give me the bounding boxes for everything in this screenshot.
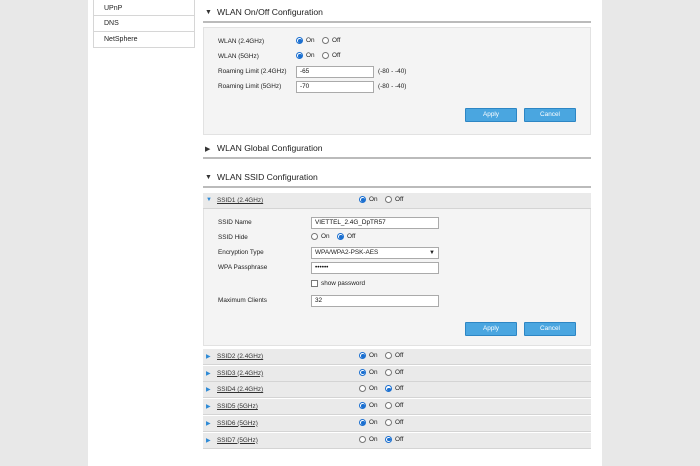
wlan-onoff-panel: WLAN (2.4GHz) On Off WLAN (5GHz) On Off …	[203, 27, 591, 135]
wlan-global-header[interactable]: ▶ WLAN Global Configuration	[203, 139, 591, 159]
ssid-off-radio[interactable]: Off	[385, 435, 403, 443]
range-hint: (-80 - -40)	[378, 83, 407, 90]
sidebar-item-upnp[interactable]: UPnP	[93, 0, 195, 16]
wlan-5-off-radio[interactable]: Off	[322, 52, 340, 59]
range-hint: (-80 - -40)	[378, 68, 407, 75]
ssid-hide-on-radio[interactable]: On	[311, 233, 330, 240]
field-label: WLAN (2.4GHz)	[218, 38, 265, 45]
ssid1-panel: SSID Name VIETTEL_2.4G_DpTR57 SSID Hide …	[203, 209, 591, 346]
show-password-checkbox[interactable]: show password	[311, 280, 365, 287]
ssid-on-radio[interactable]: On	[359, 368, 378, 376]
ssid-hide-off-radio[interactable]: Off	[337, 233, 355, 240]
max-clients-input[interactable]: 32	[311, 295, 439, 307]
section-title: WLAN SSID Configuration	[217, 172, 318, 182]
field-label: Roaming Limit (2.4GHz)	[218, 68, 287, 75]
collapsed-triangle-icon: ▶	[205, 146, 211, 153]
ssid-name-input[interactable]: VIETTEL_2.4G_DpTR57	[311, 217, 439, 229]
ssid-name-link[interactable]: SSID3 (2.4GHz)	[217, 370, 263, 377]
cancel-button[interactable]: Cancel	[524, 108, 576, 122]
collapsed-triangle-icon: ▶	[206, 387, 211, 394]
apply-button[interactable]: Apply	[465, 108, 517, 122]
expanded-triangle-icon: ▼	[205, 9, 212, 16]
encryption-select[interactable]: WPA/WPA2-PSK-AES ▼	[311, 247, 439, 259]
field-label: WPA Passphrase	[218, 264, 268, 271]
sidebar: UPnP DNS NetSphere	[93, 0, 195, 48]
ssid-on-radio[interactable]: On	[359, 352, 378, 359]
page: UPnP DNS NetSphere ▼ WLAN On/Off Configu…	[88, 0, 602, 466]
ssid-row[interactable]: ▶ SSID7 (5GHz) On Off	[203, 432, 591, 449]
field-label: Encryption Type	[218, 249, 264, 256]
ssid-row[interactable]: ▶ SSID5 (5GHz) On Off	[203, 399, 591, 416]
ssid-name-link[interactable]: SSID4 (2.4GHz)	[217, 386, 263, 393]
ssid-on-radio[interactable]: On	[359, 385, 378, 393]
collapsed-triangle-icon: ▶	[206, 354, 211, 360]
ssid1-header[interactable]: ▼ SSID1 (2.4GHz) On Off	[203, 193, 591, 209]
ssid-off-radio[interactable]: Off	[385, 402, 403, 410]
ssid-off-radio[interactable]: Off	[385, 418, 403, 426]
field-label: WLAN (5GHz)	[218, 53, 259, 60]
field-label: SSID Name	[218, 219, 252, 226]
collapsed-triangle-icon: ▶	[206, 437, 211, 444]
ssid-row[interactable]: ▶ SSID3 (2.4GHz) On Off	[203, 365, 591, 382]
ssid-on-radio[interactable]: On	[359, 435, 378, 443]
cancel-button[interactable]: Cancel	[524, 322, 576, 336]
ssid1-on-radio[interactable]: On	[359, 196, 378, 203]
apply-button[interactable]: Apply	[465, 322, 517, 336]
field-label: SSID Hide	[218, 234, 248, 241]
wlan-5-on-radio[interactable]: On	[296, 52, 315, 59]
ssid-name-link[interactable]: SSID6 (5GHz)	[217, 420, 258, 427]
ssid-name-link[interactable]: SSID5 (5GHz)	[217, 403, 258, 410]
expanded-triangle-icon: ▼	[205, 174, 212, 181]
roam-24-input[interactable]: -65	[296, 66, 374, 78]
ssid-name-link[interactable]: SSID2 (2.4GHz)	[217, 353, 263, 360]
roam-5-input[interactable]: -70	[296, 81, 374, 93]
collapsed-triangle-icon: ▶	[206, 420, 211, 427]
ssid-name-link[interactable]: SSID1 (2.4GHz)	[217, 197, 263, 204]
collapsed-triangle-icon: ▶	[206, 404, 211, 411]
ssid-off-radio[interactable]: Off	[385, 368, 403, 376]
wlan-24-off-radio[interactable]: Off	[322, 37, 340, 44]
field-label: Roaming Limit (5GHz)	[218, 83, 282, 90]
ssid-row[interactable]: ▶ SSID4 (2.4GHz) On Off	[203, 382, 591, 399]
passphrase-input[interactable]: ••••••	[311, 262, 439, 274]
ssid-off-radio[interactable]: Off	[385, 352, 403, 359]
chevron-down-icon: ▼	[429, 250, 435, 256]
sidebar-item-netsphere[interactable]: NetSphere	[93, 32, 195, 48]
wlan-onoff-header[interactable]: ▼ WLAN On/Off Configuration	[203, 3, 591, 23]
field-label: Maximum Clients	[218, 297, 268, 304]
ssid-row[interactable]: ▶ SSID6 (5GHz) On Off	[203, 415, 591, 432]
wlan-24-on-radio[interactable]: On	[296, 37, 315, 44]
section-title: WLAN On/Off Configuration	[217, 7, 323, 17]
section-title: WLAN Global Configuration	[217, 143, 323, 153]
ssid-name-link[interactable]: SSID7 (5GHz)	[217, 437, 258, 444]
ssid-row[interactable]: ▶ SSID2 (2.4GHz) On Off	[203, 349, 591, 365]
ssid-on-radio[interactable]: On	[359, 418, 378, 426]
wlan-ssid-header[interactable]: ▼ WLAN SSID Configuration	[203, 168, 591, 188]
ssid-on-radio[interactable]: On	[359, 402, 378, 410]
ssid1-off-radio[interactable]: Off	[385, 196, 403, 203]
expanded-triangle-icon: ▼	[206, 197, 212, 203]
ssid-off-radio[interactable]: Off	[385, 385, 403, 393]
collapsed-triangle-icon: ▶	[206, 370, 211, 377]
sidebar-item-dns[interactable]: DNS	[93, 16, 195, 32]
